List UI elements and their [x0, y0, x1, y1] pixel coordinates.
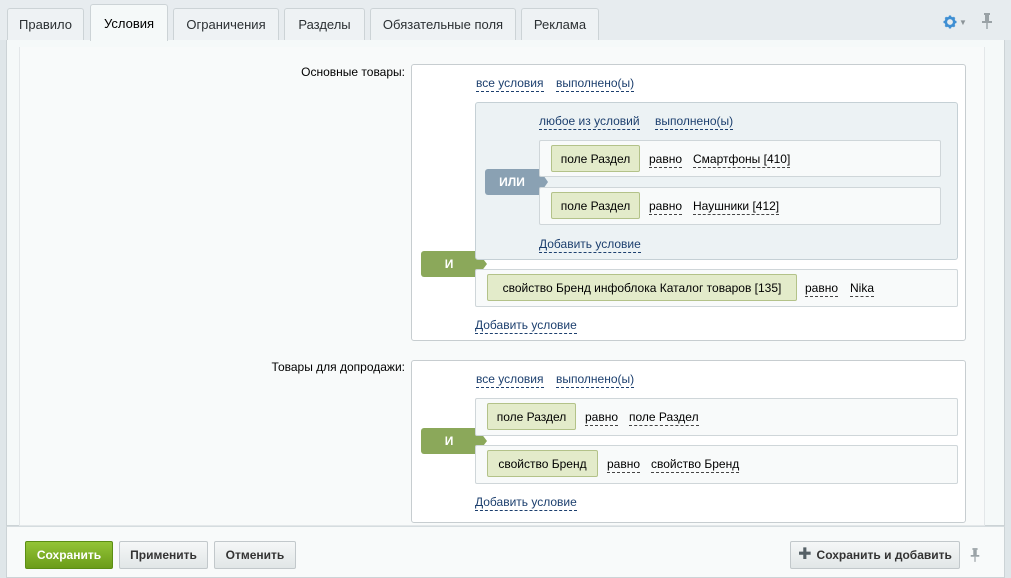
save-button[interactable]: Сохранить [25, 541, 113, 569]
condition-operator[interactable]: равно [805, 281, 839, 297]
add-condition-link[interactable]: Добавить условие [475, 495, 577, 511]
pin-icon[interactable] [969, 546, 981, 564]
save-and-add-button[interactable]: ✚ Сохранить и добавить [790, 541, 960, 569]
fulfilled-selector[interactable]: выполнено(ы) [556, 372, 635, 388]
and-tag: И [421, 251, 487, 277]
pin-icon[interactable] [980, 12, 994, 30]
condition-operator[interactable]: равно [649, 199, 683, 215]
condition-field[interactable]: свойство Бренд [487, 450, 598, 477]
and-tag: И [421, 428, 487, 454]
save-and-add-label: Сохранить и добавить [816, 548, 952, 562]
all-conditions-selector[interactable]: все условия [476, 76, 544, 92]
condition-field[interactable]: поле Раздел [551, 145, 640, 172]
all-conditions-selector[interactable]: все условия [476, 372, 544, 388]
or-fulfilled-selector[interactable]: выполнено(ы) [655, 114, 734, 130]
condition-value[interactable]: Nika [850, 281, 875, 297]
tab-bar: Правило Условия Ограничения Разделы Обяз… [0, 0, 1011, 41]
condition-value[interactable]: Наушники [412] [693, 199, 780, 215]
chevron-down-icon: ▼ [959, 17, 967, 27]
condition-field[interactable]: поле Раздел [487, 403, 576, 430]
cancel-button[interactable]: Отменить [214, 541, 296, 569]
add-condition-link[interactable]: Добавить условие [539, 237, 641, 253]
tab-ads[interactable]: Реклама [521, 8, 599, 40]
plus-icon: ✚ [798, 546, 812, 563]
any-conditions-selector[interactable]: любое из условий [539, 114, 640, 130]
basic-products-label: Основные товары: [301, 65, 405, 79]
apply-button[interactable]: Применить [119, 541, 208, 569]
tab-required-fields[interactable]: Обязательные поля [370, 8, 516, 40]
condition-value[interactable]: Смартфоны [410] [693, 152, 791, 168]
settings-menu[interactable]: ▼ [943, 14, 969, 30]
condition-value[interactable]: поле Раздел [629, 410, 699, 426]
condition-operator[interactable]: равно [649, 152, 683, 168]
condition-operator[interactable]: равно [585, 410, 619, 426]
tab-rule[interactable]: Правило [7, 8, 84, 40]
condition-operator[interactable]: равно [607, 457, 641, 473]
condition-value[interactable]: свойство Бренд [651, 457, 740, 473]
tab-conditions[interactable]: Условия [90, 4, 168, 41]
form-footer: Сохранить Применить Отменить ✚ Сохранить… [6, 526, 1005, 578]
fulfilled-selector[interactable]: выполнено(ы) [556, 76, 635, 92]
condition-field[interactable]: свойство Бренд инфоблока Каталог товаров… [487, 274, 797, 301]
tab-limits[interactable]: Ограничения [173, 8, 279, 40]
tab-sections[interactable]: Разделы [284, 8, 365, 40]
add-condition-link[interactable]: Добавить условие [475, 318, 577, 334]
or-tag: ИЛИ [485, 169, 548, 195]
condition-field[interactable]: поле Раздел [551, 192, 640, 219]
upsell-products-label: Товары для допродажи: [271, 360, 405, 374]
gear-icon [943, 15, 957, 29]
